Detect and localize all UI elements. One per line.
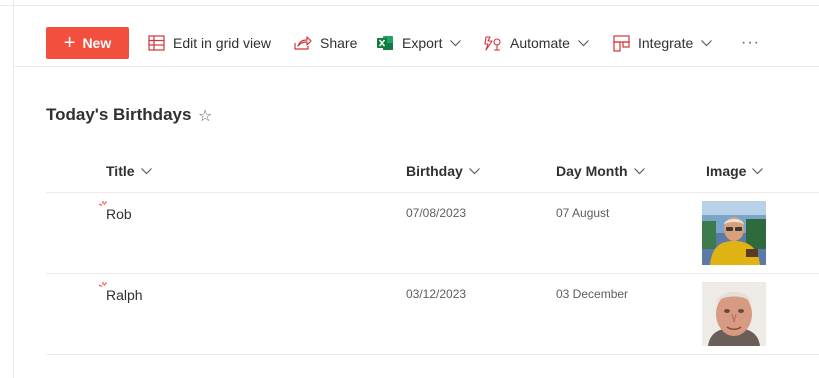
person-photo: [702, 201, 766, 265]
share-button[interactable]: Share: [294, 27, 357, 59]
person-photo: [702, 282, 766, 346]
rob-photo[interactable]: [702, 201, 766, 265]
column-header-day-month[interactable]: Day Month: [556, 160, 645, 182]
more-options-button[interactable]: ···: [741, 27, 760, 59]
page-title: Today's Birthdays: [46, 105, 192, 124]
row-day-month: 07 August: [556, 206, 610, 220]
row-day-month: 03 December: [556, 287, 629, 301]
automate-label: Automate: [510, 35, 570, 51]
more-icon: ···: [741, 34, 760, 51]
column-header-label: Day Month: [556, 163, 628, 179]
chevron-down-icon: [633, 167, 645, 174]
row-birthday: 03/12/2023: [406, 287, 467, 301]
export-label: Export: [402, 35, 443, 51]
automate-icon: [484, 35, 501, 51]
top-frame-border: [0, 0, 819, 6]
new-button[interactable]: + New: [46, 27, 129, 59]
plus-icon: +: [63, 32, 76, 54]
commandbar-divider: [14, 66, 819, 67]
share-label: Share: [320, 35, 358, 51]
column-header-image[interactable]: Image: [706, 160, 764, 182]
excel-icon: [377, 36, 393, 50]
row-birthday: 07/08/2023: [406, 206, 467, 220]
integrate-label: Integrate: [638, 35, 694, 51]
star-icon[interactable]: ☆: [198, 106, 212, 126]
column-header-birthday[interactable]: Birthday: [406, 160, 480, 182]
grid-icon: [148, 35, 165, 51]
chevron-down-icon: [140, 167, 152, 174]
command-bar: + New Edit in grid view Share Export Aut…: [0, 27, 819, 59]
ralph-photo[interactable]: [702, 282, 766, 346]
automate-button[interactable]: Automate: [484, 27, 589, 59]
edit-grid-view-label: Edit in grid view: [173, 35, 272, 51]
new-button-label: New: [82, 35, 112, 51]
chevron-down-icon: [578, 39, 589, 46]
column-header-label: Image: [706, 163, 747, 179]
chevron-down-icon: [468, 167, 480, 174]
row-divider: [46, 273, 819, 274]
chevron-down-icon: [752, 167, 764, 174]
integrate-button[interactable]: Integrate: [613, 27, 713, 59]
column-header-label: Birthday: [406, 163, 463, 179]
row-title[interactable]: Rob: [106, 206, 132, 222]
row-divider: [46, 354, 819, 355]
chevron-down-icon: [450, 39, 462, 46]
edit-grid-view-button[interactable]: Edit in grid view: [148, 27, 271, 59]
export-button[interactable]: Export: [377, 27, 462, 59]
header-divider: [46, 192, 819, 193]
chevron-down-icon: [701, 39, 713, 46]
column-header-label: Title: [106, 163, 135, 179]
share-icon: [294, 36, 312, 50]
row-title[interactable]: Ralph: [106, 287, 143, 303]
column-header-title[interactable]: Title: [106, 160, 152, 182]
integrate-icon: [613, 34, 630, 52]
